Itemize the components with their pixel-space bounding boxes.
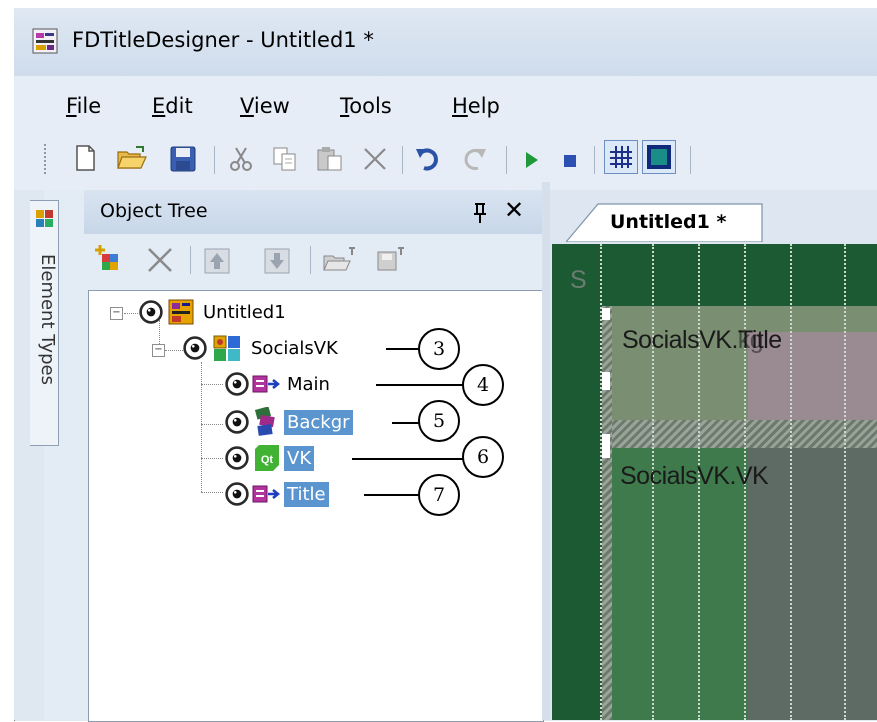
- delete-icon[interactable]: [362, 146, 388, 172]
- panel-toolbar-separator: [310, 246, 311, 274]
- callout-leader: [386, 348, 420, 350]
- callout-leader: [376, 384, 464, 386]
- menu-edit[interactable]: Edit: [152, 94, 193, 118]
- callout-5: 5: [418, 400, 460, 442]
- element-types-icon: [36, 210, 53, 227]
- document-tab-label: Untitled1 *: [610, 211, 727, 233]
- close-panel-button[interactable]: ✕: [504, 196, 524, 224]
- tree-node-label: VK: [284, 445, 315, 471]
- callout-4: 4: [462, 364, 504, 406]
- resize-handle[interactable]: [602, 434, 610, 458]
- remove-element-icon[interactable]: [146, 246, 174, 274]
- visibility-eye-icon[interactable]: [138, 299, 164, 325]
- callout-3: 3: [418, 328, 460, 370]
- new-file-icon[interactable]: [72, 144, 98, 172]
- safe-area-icon[interactable]: [642, 140, 676, 174]
- title-element-icon: [252, 485, 280, 503]
- paste-icon[interactable]: [316, 146, 344, 172]
- panel-splitter[interactable]: [542, 182, 550, 720]
- tree-node-label: Main: [287, 373, 330, 395]
- tree-node-backgr[interactable]: Backgr: [224, 407, 353, 436]
- tree-node-root[interactable]: Untitled1: [138, 298, 289, 326]
- save-template-icon[interactable]: [376, 246, 408, 274]
- svg-text:Qt: Qt: [261, 454, 274, 466]
- add-element-icon[interactable]: [94, 244, 126, 274]
- tree-connector: [201, 424, 223, 425]
- open-template-icon[interactable]: [322, 246, 358, 274]
- canvas-safe-band: [552, 244, 602, 720]
- visibility-eye-icon[interactable]: [182, 335, 208, 361]
- callout-leader: [364, 494, 420, 496]
- app-icon: [32, 28, 58, 54]
- canvas-vk-text: SocialsVK.VK: [620, 462, 769, 490]
- panel-toolbar-separator: [190, 246, 191, 274]
- toolbar-separator: [594, 146, 595, 174]
- stop-icon[interactable]: [560, 150, 580, 170]
- tree-node-label: Untitled1: [203, 301, 286, 323]
- tree-node-title[interactable]: Title: [224, 480, 329, 508]
- grid-toggle-icon[interactable]: [604, 140, 638, 174]
- callout-7: 7: [418, 474, 460, 516]
- toolbar-separator: [506, 146, 507, 174]
- pin-icon[interactable]: [472, 202, 488, 224]
- menu-bar: [14, 76, 877, 134]
- toolbar-separator: [402, 146, 403, 174]
- toolbar-separator: [690, 146, 691, 174]
- open-folder-icon[interactable]: [116, 144, 148, 172]
- window-title: FDTitleDesigner - Untitled1 *: [72, 28, 374, 52]
- copy-icon[interactable]: [272, 146, 298, 172]
- visibility-eye-icon[interactable]: [224, 481, 250, 507]
- tree-connector: [201, 458, 223, 459]
- save-icon[interactable]: [170, 146, 196, 172]
- tree-node-vk[interactable]: Qt VK: [224, 444, 315, 472]
- qt-element-icon: Qt: [255, 445, 279, 471]
- tree-node-label: Title: [284, 481, 329, 507]
- tree-connector: [124, 313, 138, 314]
- menu-view[interactable]: View: [240, 94, 290, 118]
- callout-6: 6: [462, 436, 504, 478]
- redo-icon[interactable]: [460, 146, 488, 172]
- grid-line: [790, 244, 792, 720]
- toolbar-grip: [44, 144, 50, 174]
- element-types-label: Element Types: [37, 254, 58, 385]
- project-icon: [168, 299, 194, 325]
- tree-node-label: SocialsVK: [251, 337, 338, 359]
- callout-leader: [352, 458, 464, 460]
- move-up-icon[interactable]: [204, 248, 230, 274]
- background-element-icon: [254, 407, 275, 436]
- title-element-icon: [252, 375, 280, 393]
- move-down-icon[interactable]: [264, 248, 290, 274]
- resize-handle[interactable]: [602, 372, 610, 390]
- cut-icon[interactable]: [228, 146, 254, 172]
- play-icon[interactable]: [520, 148, 542, 172]
- callout-leader: [392, 422, 420, 424]
- undo-icon[interactable]: [414, 146, 442, 172]
- menu-help[interactable]: Help: [452, 94, 500, 118]
- menu-file[interactable]: File: [66, 94, 101, 118]
- tree-node-main[interactable]: Main: [224, 370, 333, 398]
- resize-handle[interactable]: [602, 308, 610, 320]
- collapse-toggle[interactable]: −: [152, 344, 165, 357]
- tree-connector: [165, 350, 183, 351]
- visibility-eye-icon[interactable]: [224, 371, 250, 397]
- tree-connector: [201, 362, 202, 492]
- menu-tools[interactable]: Tools: [340, 94, 392, 118]
- toolbar-separator: [214, 146, 215, 174]
- canvas-corner-label: S: [570, 266, 587, 294]
- selection-hatch-left: [602, 306, 612, 720]
- group-icon: [213, 335, 240, 361]
- object-tree-title: Object Tree: [100, 200, 208, 222]
- tree-connector: [201, 384, 223, 385]
- visibility-eye-icon[interactable]: [224, 409, 250, 435]
- tree-connector: [201, 492, 223, 493]
- selection-hatch: [602, 420, 877, 448]
- canvas-title-text: SocialsVK.Titlekg: [622, 326, 782, 354]
- tree-node-group[interactable]: SocialsVK: [182, 334, 341, 362]
- tree-node-label: Backgr: [284, 409, 353, 435]
- grid-line: [844, 244, 846, 720]
- collapse-toggle[interactable]: −: [110, 307, 123, 320]
- visibility-eye-icon[interactable]: [224, 445, 250, 471]
- design-canvas[interactable]: S SocialsVK.Titlekg SocialsVK.VK: [552, 244, 877, 720]
